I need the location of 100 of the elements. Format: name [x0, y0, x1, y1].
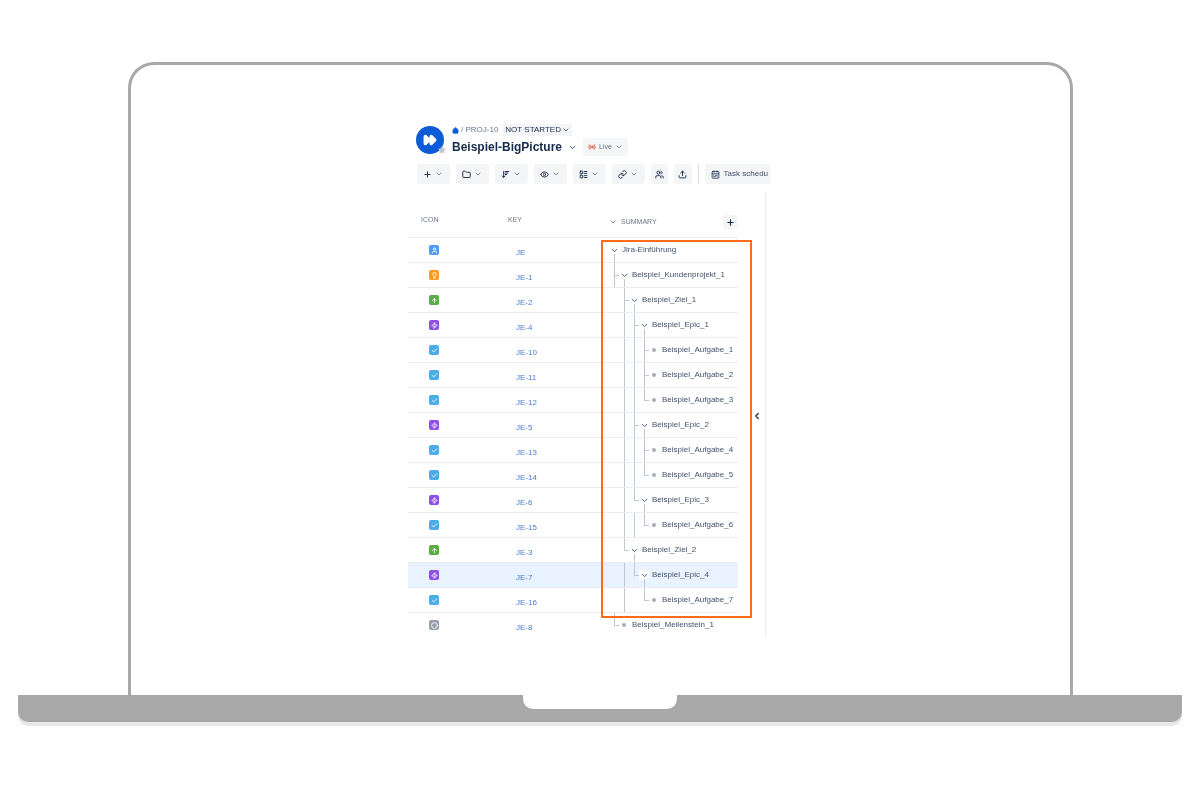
table-row[interactable]: JE-1 Beispiel_Kundenprojekt_1	[408, 263, 738, 288]
chevron-down-icon	[474, 170, 483, 178]
issue-key-link[interactable]: JE-1	[516, 273, 533, 282]
breadcrumb-link[interactable]: / PROJ-10	[461, 124, 499, 136]
toolbar-button[interactable]	[533, 164, 567, 184]
table-row[interactable]: JE-12 Beispiel_Aufgabe_3	[408, 388, 738, 413]
fast-forward-icon	[423, 133, 437, 147]
toolbar-button[interactable]	[611, 164, 645, 184]
issue-key-link[interactable]: JE-4	[516, 323, 533, 332]
issue-key-link[interactable]: JE-7	[516, 573, 533, 582]
table-row[interactable]: JE-10 Beispiel_Aufgabe_1	[408, 338, 738, 363]
issue-key-link[interactable]: JE-8	[516, 623, 533, 632]
broadcast-icon	[588, 143, 597, 151]
summary-text: Beispiel_Epic_2	[652, 419, 709, 431]
checkbox-icon	[429, 595, 439, 605]
chevron-down-icon	[552, 170, 561, 178]
chevron-down-icon	[591, 170, 600, 178]
collapse-panel-icon[interactable]	[752, 411, 762, 421]
issue-key-link[interactable]: JE-5	[516, 423, 533, 432]
collapse-chevron-icon[interactable]	[609, 218, 617, 226]
sort-icon	[501, 169, 511, 179]
chevron-down-icon	[630, 170, 639, 178]
summary-text: Beispiel_Epic_3	[652, 494, 709, 506]
folder-icon	[462, 169, 472, 179]
status-dropdown[interactable]: NOT STARTED	[503, 124, 572, 136]
checkbox-icon	[429, 520, 439, 530]
summary-text: Beispiel_Aufgabe_4	[662, 444, 734, 456]
arrow-up-icon	[429, 545, 439, 555]
toolbar-button[interactable]	[572, 164, 606, 184]
chevron-down-icon	[435, 170, 444, 178]
issue-key-link[interactable]: JE-3	[516, 548, 533, 557]
summary-text: Beispiel_Aufgabe_7	[662, 594, 734, 606]
table-row[interactable]: JE-3 Beispiel_Ziel_2	[408, 538, 738, 563]
lightning-icon	[429, 320, 439, 330]
summary-text: Beispiel_Aufgabe_2	[662, 369, 734, 381]
table-row[interactable]: JE-13 Beispiel_Aufgabe_4	[408, 438, 738, 463]
expand-chevron-icon[interactable]	[639, 570, 649, 580]
task-scheduling-button[interactable]: Task schedu	[704, 164, 770, 184]
checkbox-icon	[429, 370, 439, 380]
lightbulb-icon	[429, 270, 439, 280]
summary-text: Beispiel_Kundenprojekt_1	[632, 269, 725, 281]
lightning-icon	[429, 495, 439, 505]
issue-key-link[interactable]: JE-10	[516, 348, 537, 357]
summary-text: Beispiel_Aufgabe_3	[662, 394, 734, 406]
toolbar-button[interactable]	[494, 164, 528, 184]
summary-text: Jira-Einführung	[622, 244, 677, 256]
milestone-icon	[429, 620, 439, 630]
summary-text: Beispiel_Epic_1	[652, 319, 709, 331]
issue-key-link[interactable]: JE	[516, 248, 526, 257]
table-row[interactable]: JE-4 Beispiel_Epic_1	[408, 313, 738, 338]
person-icon	[429, 245, 439, 255]
table-row[interactable]: JE-15 Beispiel_Aufgabe_6	[408, 513, 738, 538]
issue-key-link[interactable]: JE-12	[516, 398, 537, 407]
checkbox-icon	[429, 445, 439, 455]
star-icon[interactable]	[438, 146, 446, 154]
table-row[interactable]: JE-7 Beispiel_Epic_4	[408, 563, 738, 588]
calendar-icon	[710, 169, 720, 179]
issue-key-link[interactable]: JE-15	[516, 523, 537, 532]
issue-key-link[interactable]: JE-16	[516, 598, 537, 607]
issue-key-link[interactable]: JE-2	[516, 298, 533, 307]
chevron-down-icon	[513, 170, 522, 178]
issue-key-link[interactable]: JE-13	[516, 448, 537, 457]
toolbar-button[interactable]	[417, 164, 450, 184]
chevron-down-icon	[614, 143, 623, 151]
summary-text: Beispiel_Meilenstein_1	[632, 619, 714, 631]
home-icon[interactable]	[452, 126, 459, 134]
page-title: Beispiel-BigPicture	[452, 139, 563, 156]
toolbar-button[interactable]	[674, 164, 692, 184]
issue-key-link[interactable]: JE-6	[516, 498, 533, 507]
plus-icon	[725, 217, 735, 227]
checkbox-icon	[429, 470, 439, 480]
add-column-button[interactable]	[723, 215, 737, 229]
table-row[interactable]: JE-5 Beispiel_Epic_2	[408, 413, 738, 438]
chevron-down-icon	[561, 126, 570, 134]
summary-text: Beispiel_Aufgabe_1	[662, 344, 734, 356]
summary-text: Beispiel_Epic_4	[652, 569, 709, 581]
checkbox-icon	[429, 345, 439, 355]
summary-text: Beispiel_Aufgabe_6	[662, 519, 734, 531]
issue-key-link[interactable]: JE-14	[516, 473, 537, 482]
table-row[interactable]: JE-14 Beispiel_Aufgabe_5	[408, 463, 738, 488]
summary-text: Beispiel_Ziel_1	[642, 294, 697, 306]
plus-icon	[423, 169, 433, 179]
layout-icon	[579, 169, 589, 179]
issue-key-link[interactable]: JE-11	[516, 373, 537, 382]
table-row[interactable]: JE-11 Beispiel_Aufgabe_2	[408, 363, 738, 388]
summary-text: Beispiel_Aufgabe_5	[662, 469, 734, 481]
table-row[interactable]: JE-2 Beispiel_Ziel_1	[408, 288, 738, 313]
toolbar-button[interactable]	[455, 164, 489, 184]
link-icon	[618, 169, 628, 179]
people-icon	[654, 169, 664, 179]
arrow-up-icon	[429, 295, 439, 305]
lightning-icon	[429, 420, 439, 430]
summary-text: Beispiel_Ziel_2	[642, 544, 697, 556]
upload-icon	[678, 169, 688, 179]
table-row[interactable]: JE-6 Beispiel_Epic_3	[408, 488, 738, 513]
toolbar-button[interactable]	[650, 164, 669, 184]
lightning-icon	[429, 570, 439, 580]
checkbox-icon	[429, 395, 439, 405]
table-row[interactable]: JE-16 Beispiel_Aufgabe_7	[408, 588, 738, 613]
eye-icon	[540, 169, 550, 179]
